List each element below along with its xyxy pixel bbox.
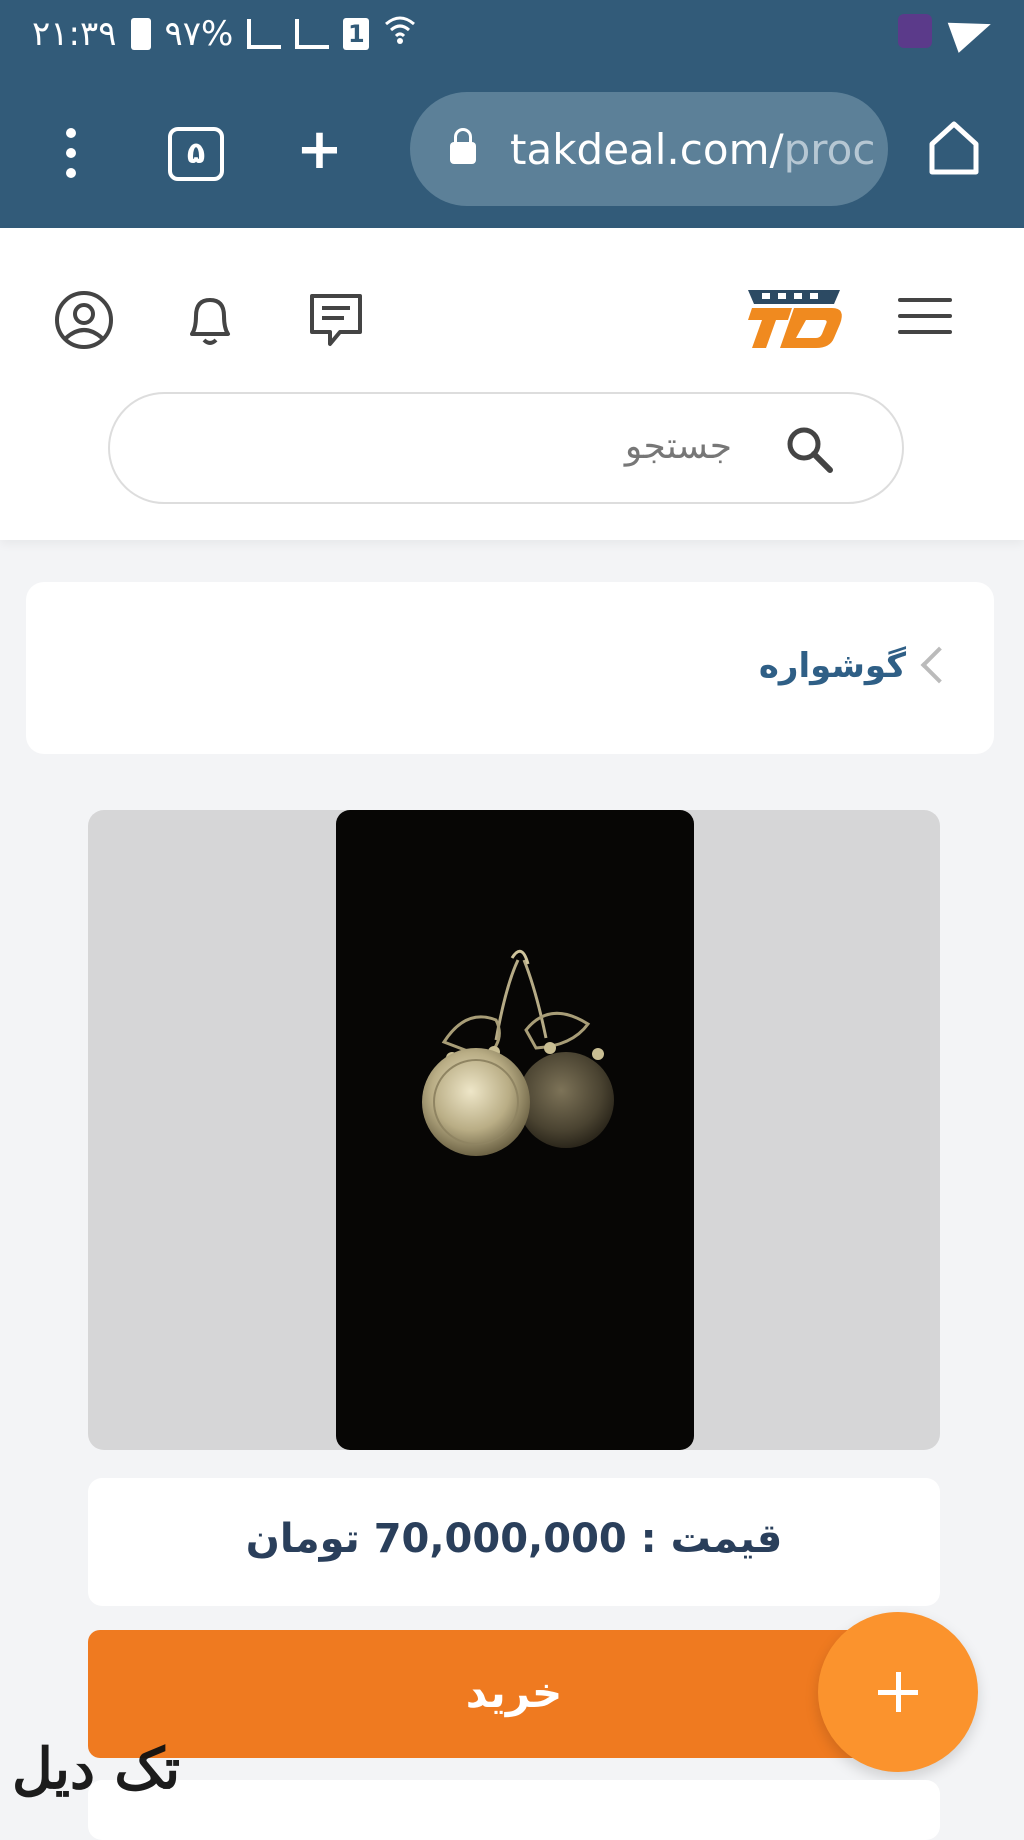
messages-icon[interactable]	[304, 288, 368, 352]
wifi-icon	[383, 12, 417, 55]
browser-chrome: ۲۱:۳۹ ۹۷% 1 ۵ + takdeal.com/proc	[0, 0, 1024, 228]
product-photo	[336, 810, 694, 1450]
sim-icon: 1	[343, 17, 370, 50]
price-card: قیمت : 70,000,000 تومان	[88, 1478, 940, 1606]
search-icon[interactable]	[784, 424, 834, 474]
price-text: قیمت : 70,000,000 تومان	[245, 1516, 783, 1562]
site-header: جستجو	[0, 228, 1024, 540]
product-image-gallery[interactable]	[88, 810, 940, 1450]
telegram-icon	[947, 9, 997, 53]
buy-button[interactable]: خرید	[88, 1630, 940, 1758]
more-menu-icon[interactable]	[66, 128, 76, 178]
breadcrumb: گوشواره	[26, 582, 994, 754]
app-notification-icon	[898, 14, 932, 48]
signal-icon	[247, 18, 282, 49]
home-icon[interactable]	[928, 118, 980, 178]
battery-level: ۹۷%	[164, 13, 234, 54]
new-tab-icon[interactable]: +	[296, 122, 343, 178]
url-faded: proc	[783, 124, 876, 174]
lock-icon	[450, 128, 476, 164]
browser-toolbar: ۵ + takdeal.com/proc	[0, 70, 1024, 228]
url-main: takdeal.com/	[510, 124, 784, 174]
search-box[interactable]: جستجو	[108, 392, 904, 504]
tab-count-button[interactable]: ۵	[168, 127, 224, 181]
add-fab-button[interactable]	[818, 1612, 978, 1772]
status-left: ۲۱:۳۹ ۹۷% 1	[32, 12, 417, 55]
breadcrumb-category-link[interactable]: گوشواره	[759, 646, 906, 686]
buy-button-label: خرید	[465, 1668, 563, 1717]
battery-icon	[130, 17, 151, 50]
status-bar: ۲۱:۳۹ ۹۷% 1	[0, 0, 1024, 70]
next-card	[88, 1780, 940, 1840]
watermark: تک دیل	[12, 1736, 181, 1802]
account-icon[interactable]	[52, 288, 116, 352]
status-right	[898, 9, 997, 53]
signal-icon-2	[295, 18, 330, 49]
search-placeholder: جستجو	[624, 426, 732, 467]
status-time: ۲۱:۳۹	[32, 13, 117, 54]
hamburger-menu-icon[interactable]	[898, 298, 952, 334]
chevron-icon	[920, 646, 958, 684]
site-logo[interactable]	[736, 282, 852, 352]
address-bar[interactable]: takdeal.com/proc	[410, 92, 888, 206]
bell-icon[interactable]	[178, 288, 242, 352]
